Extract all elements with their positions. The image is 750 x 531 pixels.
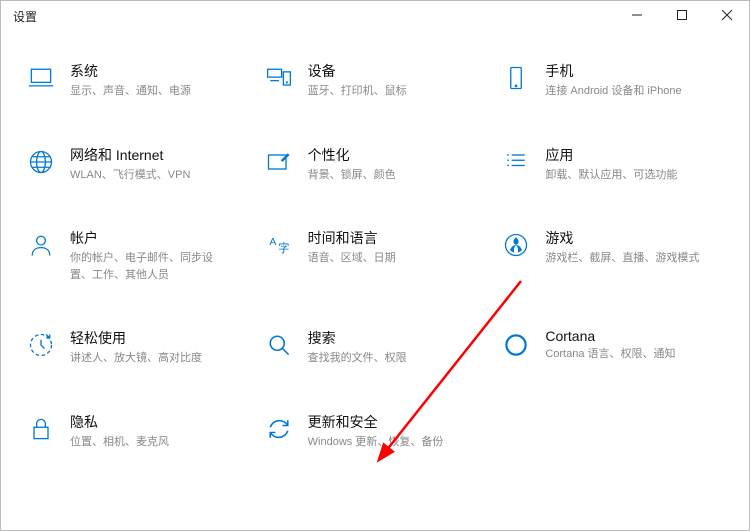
category-title: 网络和 Internet xyxy=(70,145,190,165)
category-privacy[interactable]: 隐私 位置、相机、麦克风 xyxy=(26,412,254,451)
category-title: 搜索 xyxy=(308,328,407,348)
category-title: Cortana xyxy=(545,328,675,344)
category-subtitle: 卸载、默认应用、可选功能 xyxy=(545,167,677,184)
category-text: 游戏 游戏栏、截屏、直播、游戏模式 xyxy=(545,228,699,267)
maximize-icon xyxy=(677,9,687,23)
category-search[interactable]: 搜索 查找我的文件、权限 xyxy=(264,328,492,367)
category-title: 帐户 xyxy=(70,228,230,248)
gaming-icon xyxy=(501,230,531,260)
search-icon xyxy=(264,330,294,360)
apps-icon xyxy=(501,147,531,177)
svg-text:字: 字 xyxy=(278,241,289,255)
laptop-icon xyxy=(26,63,56,93)
phone-icon xyxy=(501,63,531,93)
window-title: 设置 xyxy=(1,8,37,25)
category-subtitle: 游戏栏、截屏、直播、游戏模式 xyxy=(545,250,699,267)
category-cortana[interactable]: Cortana Cortana 语言、权限、通知 xyxy=(501,328,729,367)
category-subtitle: 连接 Android 设备和 iPhone xyxy=(545,83,681,100)
person-icon xyxy=(26,230,56,260)
cortana-icon xyxy=(501,330,531,360)
category-title: 时间和语言 xyxy=(308,228,396,248)
minimize-button[interactable] xyxy=(614,1,659,31)
ease-icon xyxy=(26,330,56,360)
titlebar: 设置 xyxy=(1,1,749,31)
category-text: 系统 显示、声音、通知、电源 xyxy=(70,61,191,100)
category-subtitle: WLAN、飞行模式、VPN xyxy=(70,167,190,184)
category-title: 更新和安全 xyxy=(308,412,444,432)
category-network[interactable]: 网络和 Internet WLAN、飞行模式、VPN xyxy=(26,145,254,184)
category-text: 帐户 你的帐户、电子邮件、同步设置、工作、其他人员 xyxy=(70,228,230,283)
category-apps[interactable]: 应用 卸载、默认应用、可选功能 xyxy=(501,145,729,184)
devices-icon xyxy=(264,63,294,93)
category-ease-of-access[interactable]: 轻松使用 讲述人、放大镜、高对比度 xyxy=(26,328,254,367)
category-text: 轻松使用 讲述人、放大镜、高对比度 xyxy=(70,328,202,367)
category-subtitle: 讲述人、放大镜、高对比度 xyxy=(70,350,202,367)
category-title: 手机 xyxy=(545,61,681,81)
category-subtitle: 你的帐户、电子邮件、同步设置、工作、其他人员 xyxy=(70,250,230,283)
category-text: 应用 卸载、默认应用、可选功能 xyxy=(545,145,677,184)
category-subtitle: 查找我的文件、权限 xyxy=(308,350,407,367)
category-text: 搜索 查找我的文件、权限 xyxy=(308,328,407,367)
settings-window: 设置 系统 xyxy=(0,0,750,531)
category-subtitle: 背景、锁屏、颜色 xyxy=(308,167,396,184)
lock-icon xyxy=(26,414,56,444)
category-title: 个性化 xyxy=(308,145,396,165)
category-title: 应用 xyxy=(545,145,677,165)
category-subtitle: 位置、相机、麦克风 xyxy=(70,434,169,451)
category-title: 轻松使用 xyxy=(70,328,202,348)
category-subtitle: Windows 更新、恢复、备份 xyxy=(308,434,444,451)
maximize-button[interactable] xyxy=(659,1,704,31)
empty-cell xyxy=(501,412,729,451)
category-title: 隐私 xyxy=(70,412,169,432)
category-subtitle: Cortana 语言、权限、通知 xyxy=(545,346,675,363)
category-text: Cortana Cortana 语言、权限、通知 xyxy=(545,328,675,363)
category-text: 更新和安全 Windows 更新、恢复、备份 xyxy=(308,412,444,451)
category-subtitle: 蓝牙、打印机、鼠标 xyxy=(308,83,407,100)
category-text: 手机 连接 Android 设备和 iPhone xyxy=(545,61,681,100)
category-personalization[interactable]: 个性化 背景、锁屏、颜色 xyxy=(264,145,492,184)
close-button[interactable] xyxy=(704,1,749,31)
minimize-icon xyxy=(632,9,642,23)
category-subtitle: 语音、区域、日期 xyxy=(308,250,396,267)
category-text: 设备 蓝牙、打印机、鼠标 xyxy=(308,61,407,100)
category-text: 隐私 位置、相机、麦克风 xyxy=(70,412,169,451)
category-title: 游戏 xyxy=(545,228,699,248)
category-title: 系统 xyxy=(70,61,191,81)
category-devices[interactable]: 设备 蓝牙、打印机、鼠标 xyxy=(264,61,492,100)
category-subtitle: 显示、声音、通知、电源 xyxy=(70,83,191,100)
category-phone[interactable]: 手机 连接 Android 设备和 iPhone xyxy=(501,61,729,100)
window-controls xyxy=(614,1,749,31)
update-icon xyxy=(264,414,294,444)
category-system[interactable]: 系统 显示、声音、通知、电源 xyxy=(26,61,254,100)
category-text: 个性化 背景、锁屏、颜色 xyxy=(308,145,396,184)
category-gaming[interactable]: 游戏 游戏栏、截屏、直播、游戏模式 xyxy=(501,228,729,283)
svg-text:A: A xyxy=(269,236,276,248)
category-time-language[interactable]: A字 时间和语言 语音、区域、日期 xyxy=(264,228,492,283)
category-text: 时间和语言 语音、区域、日期 xyxy=(308,228,396,267)
category-title: 设备 xyxy=(308,61,407,81)
category-text: 网络和 Internet WLAN、飞行模式、VPN xyxy=(70,145,190,184)
close-icon xyxy=(722,9,732,23)
globe-icon xyxy=(26,147,56,177)
personalize-icon xyxy=(264,147,294,177)
time-lang-icon: A字 xyxy=(264,230,294,260)
category-update-security[interactable]: 更新和安全 Windows 更新、恢复、备份 xyxy=(264,412,492,451)
settings-categories: 系统 显示、声音、通知、电源 设备 蓝牙、打印机、鼠标 手机 连接 Androi… xyxy=(1,31,749,460)
category-accounts[interactable]: 帐户 你的帐户、电子邮件、同步设置、工作、其他人员 xyxy=(26,228,254,283)
